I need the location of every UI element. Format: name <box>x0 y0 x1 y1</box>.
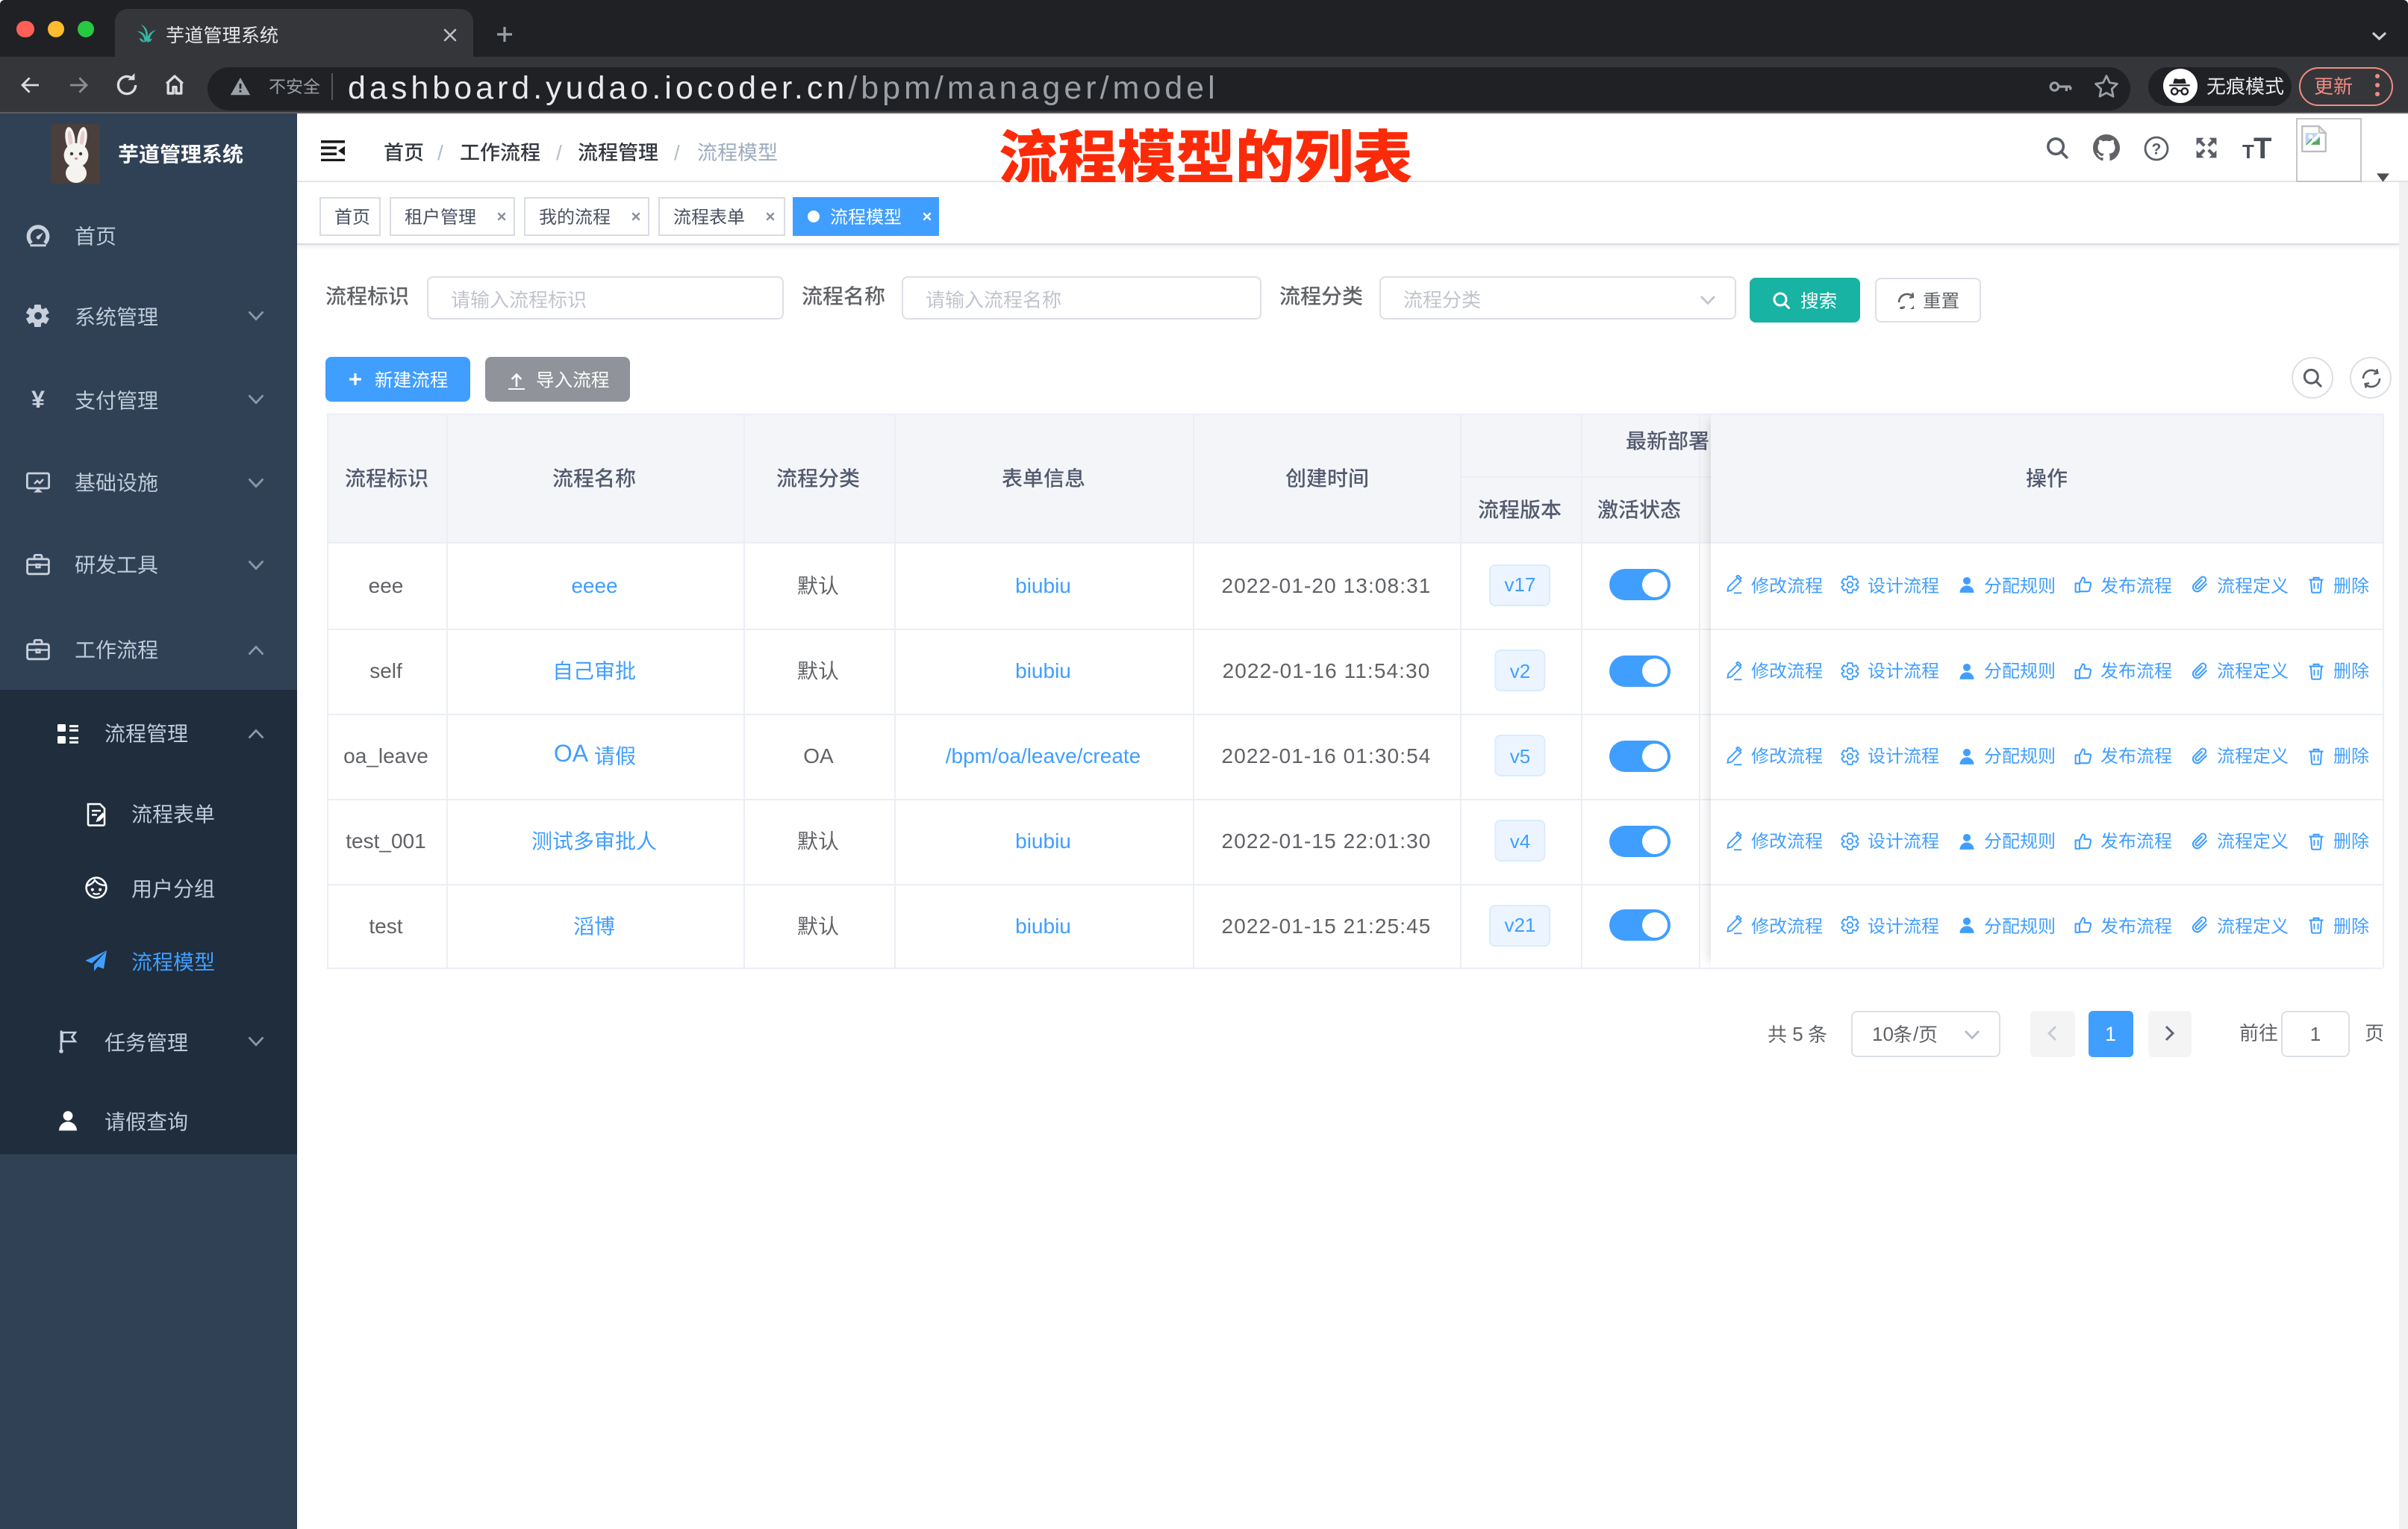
svg-text:T: T <box>2253 134 2271 160</box>
svg-text:T: T <box>2242 140 2254 160</box>
svg-text:?: ? <box>2152 140 2162 157</box>
svg-text:¥: ¥ <box>31 387 44 413</box>
